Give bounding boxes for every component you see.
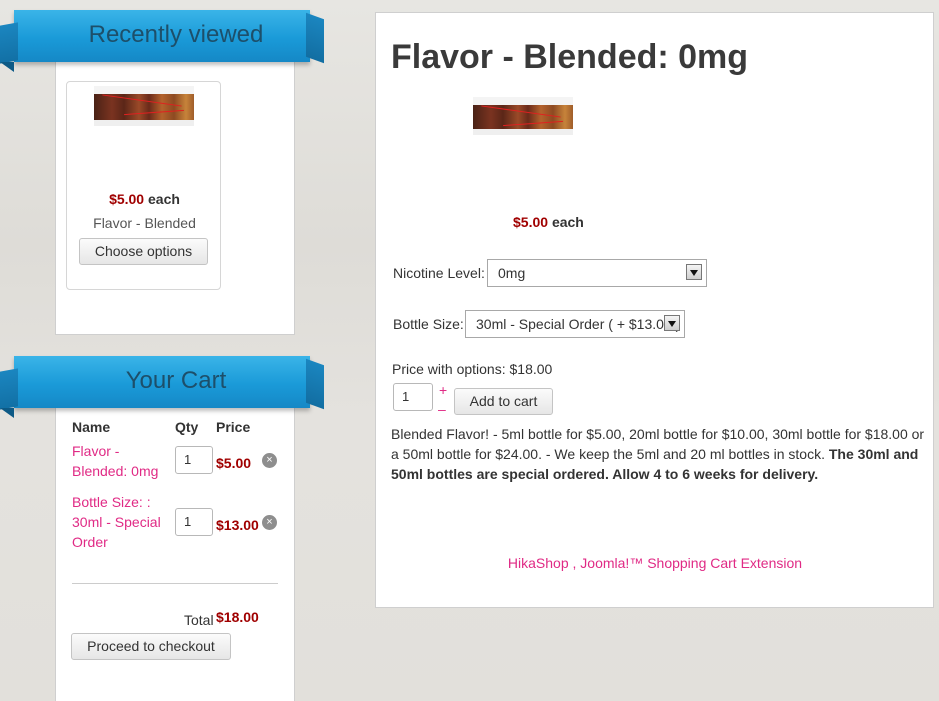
cart-item-name-line: Flavor -	[72, 443, 120, 459]
cart-total-label: Total	[184, 612, 214, 628]
cart-item-name-line: Bottle Size: :	[72, 494, 151, 510]
bottle-size-label: Bottle Size:	[393, 316, 464, 332]
nicotine-level-select[interactable]: 0mg	[487, 259, 707, 287]
recent-product-price-row: $5.00 each	[67, 191, 222, 207]
image-marking	[503, 120, 563, 127]
cart-item-price: $13.00	[216, 517, 259, 533]
hikashop-footer-link[interactable]: HikaShop , Joomla!™ Shopping Cart Extens…	[376, 555, 934, 571]
cart-item-name-line: Order	[72, 534, 108, 550]
ribbon-fold	[0, 62, 14, 72]
qty-minus-button[interactable]: –	[438, 401, 446, 417]
cart-item-name-line: Blended: 0mg	[72, 463, 159, 479]
image-marking	[124, 109, 184, 116]
product-image[interactable]	[473, 97, 573, 135]
recently-viewed-title: Recently viewed	[88, 21, 264, 48]
cart-item-price: $5.00	[216, 455, 252, 471]
ribbon-tail-right	[306, 12, 324, 64]
price-with-options: Price with options: $18.00	[392, 361, 553, 377]
chevron-down-icon	[664, 315, 680, 331]
ribbon-tail-left	[0, 368, 18, 410]
image-marking	[102, 94, 182, 107]
cart-header-name: Name	[72, 419, 111, 435]
cart-total-value: $18.00	[216, 609, 259, 625]
ribbon-tail-left	[0, 22, 18, 64]
recent-product-name[interactable]: Flavor - Blended	[67, 215, 222, 231]
product-price-unit: each	[551, 214, 584, 230]
bottle-size-select[interactable]: 30ml - Special Order ( + $13.00 )	[465, 310, 685, 338]
product-title: Flavor - Blended: 0mg	[391, 38, 749, 76]
product-price: $5.00	[513, 214, 549, 230]
recent-product-card: $5.00 each Flavor - Blended Choose optio…	[66, 81, 221, 290]
cart-header-qty: Qty	[175, 419, 199, 435]
recent-product-price-unit: each	[148, 191, 180, 207]
ribbon-fold	[0, 408, 14, 418]
remove-item-icon[interactable]: ×	[262, 453, 277, 468]
image-marking	[481, 105, 561, 118]
nicotine-level-label: Nicotine Level:	[393, 265, 485, 281]
cart-item-name-line: 30ml - Special	[72, 514, 161, 530]
cart-divider	[72, 583, 278, 584]
remove-item-icon[interactable]: ×	[262, 515, 277, 530]
recently-viewed-ribbon: Recently viewed	[0, 10, 324, 72]
bottle-size-value: 30ml - Special Order ( + $13.00 )	[476, 316, 681, 332]
choose-options-button[interactable]: Choose options	[79, 238, 208, 265]
product-description: Blended Flavor! - 5ml bottle for $5.00, …	[391, 424, 926, 484]
cart-item-name[interactable]: Bottle Size: : 30ml - Special Order	[72, 492, 161, 552]
proceed-to-checkout-button[interactable]: Proceed to checkout	[71, 633, 231, 660]
ribbon-tail-right	[306, 358, 324, 410]
recent-product-image[interactable]	[94, 86, 194, 126]
cart-ribbon: Your Cart	[0, 356, 324, 418]
product-price-row: $5.00 each	[513, 214, 584, 230]
cart-header-price: Price	[216, 419, 251, 435]
qty-plus-button[interactable]: +	[439, 382, 447, 398]
cart-item-name[interactable]: Flavor - Blended: 0mg	[72, 441, 158, 481]
chevron-down-icon	[686, 264, 702, 280]
recent-product-price: $5.00	[109, 191, 145, 207]
product-qty-input[interactable]: 1	[393, 383, 433, 411]
nicotine-level-value: 0mg	[498, 265, 526, 281]
add-to-cart-button[interactable]: Add to cart	[454, 388, 553, 415]
cart-item-qty-input[interactable]: 1	[175, 508, 213, 536]
cart-title: Your Cart	[125, 367, 227, 394]
cart-item-qty-input[interactable]: 1	[175, 446, 213, 474]
